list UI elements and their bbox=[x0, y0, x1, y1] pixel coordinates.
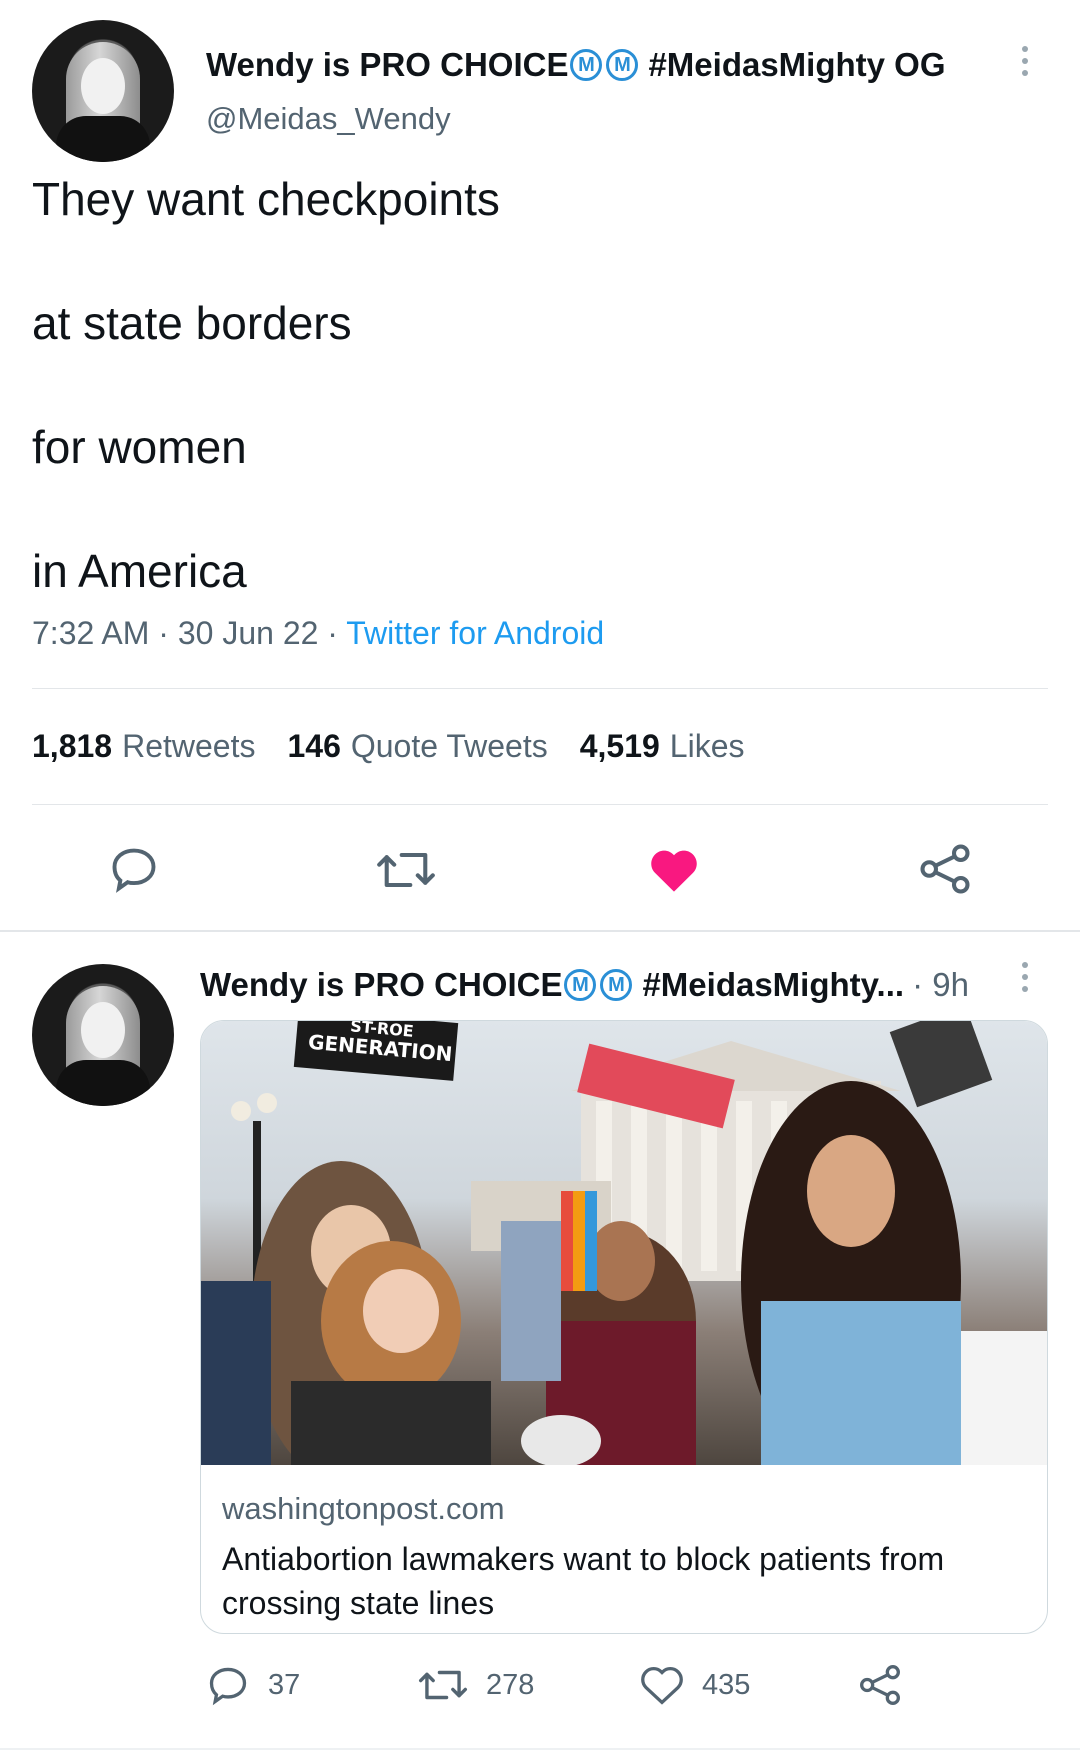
divider bbox=[32, 688, 1048, 689]
card-title: Antiabortion lawmakers want to block pat… bbox=[222, 1541, 945, 1622]
share-button[interactable] bbox=[918, 842, 972, 896]
divider bbox=[0, 1748, 1080, 1750]
meidas-badge-icon: M bbox=[606, 49, 639, 81]
meidas-badge-icon: M bbox=[570, 49, 603, 81]
retweet-icon bbox=[377, 852, 435, 888]
tweet-source[interactable]: Twitter for Android bbox=[346, 615, 604, 651]
divider bbox=[32, 804, 1048, 805]
card-image: ST-ROE GENERATION bbox=[201, 1021, 1047, 1465]
author-name: Wendy is PRO CHOICE bbox=[200, 966, 563, 1003]
author-name-row[interactable]: Wendy is PRO CHOICE M M #MeidasMighty OG bbox=[206, 46, 946, 84]
retweet-button[interactable]: 278 bbox=[418, 1660, 534, 1710]
share-icon bbox=[920, 844, 970, 894]
tweet-date[interactable]: 30 Jun 22 bbox=[178, 615, 319, 651]
like-icon bbox=[641, 1666, 683, 1705]
quote-tweets-stat[interactable]: 146 Quote Tweets bbox=[287, 728, 547, 765]
more-icon[interactable] bbox=[1022, 46, 1028, 76]
main-tweet: Wendy is PRO CHOICE M M #MeidasMighty OG… bbox=[0, 0, 1080, 930]
card-text: washingtonpost.com Antiabortion lawmaker… bbox=[222, 1491, 1032, 1625]
reply-button[interactable]: 37 bbox=[206, 1660, 300, 1710]
tweet-text-line: at state borders bbox=[32, 297, 352, 349]
tweet-time[interactable]: 7:32 AM bbox=[32, 615, 149, 651]
card-domain: washingtonpost.com bbox=[222, 1491, 505, 1526]
retweet-button[interactable] bbox=[376, 848, 436, 892]
tweet-text-line: for women bbox=[32, 421, 247, 473]
like-icon bbox=[651, 850, 697, 892]
avatar[interactable] bbox=[32, 20, 174, 162]
avatar[interactable] bbox=[32, 964, 174, 1106]
tweet-stats: 1,818 Retweets 146 Quote Tweets 4,519 Likes bbox=[32, 728, 745, 765]
like-count: 435 bbox=[702, 1668, 751, 1701]
likes-stat[interactable]: 4,519 Likes bbox=[580, 728, 745, 765]
more-icon[interactable] bbox=[1022, 962, 1028, 992]
tweet-text-line: They want checkpoints bbox=[32, 173, 500, 225]
retweet-icon bbox=[418, 1670, 468, 1700]
section-divider bbox=[0, 930, 1080, 932]
retweets-stat[interactable]: 1,818 Retweets bbox=[32, 728, 255, 765]
author-name-row[interactable]: Wendy is PRO CHOICE M M #MeidasMighty...… bbox=[200, 966, 969, 1004]
retweet-count: 278 bbox=[486, 1668, 535, 1701]
reply-button[interactable] bbox=[108, 845, 160, 893]
tweet-text-line: in America bbox=[32, 545, 247, 597]
like-button[interactable]: 435 bbox=[640, 1660, 750, 1710]
reply-icon bbox=[209, 1667, 247, 1706]
author-handle[interactable]: @Meidas_Wendy bbox=[206, 101, 451, 137]
meidas-badge-icon: M bbox=[564, 969, 597, 1001]
share-button[interactable] bbox=[858, 1660, 902, 1710]
meidas-badge-icon: M bbox=[600, 969, 633, 1001]
share-icon bbox=[860, 1665, 900, 1705]
tweet-time[interactable]: · 9h bbox=[912, 966, 969, 1004]
reply-count: 37 bbox=[268, 1668, 301, 1701]
author-name: Wendy is PRO CHOICE bbox=[206, 46, 569, 83]
tweet-meta: 7:32 AM · 30 Jun 22 · Twitter for Androi… bbox=[32, 615, 605, 651]
author-name-suffix: #MeidasMighty... bbox=[642, 966, 905, 1003]
like-button[interactable] bbox=[648, 846, 700, 894]
link-card[interactable]: ST-ROE GENERATION washingtonpost.com Ant… bbox=[200, 1020, 1048, 1634]
author-name-suffix: #MeidasMighty OG bbox=[648, 46, 946, 83]
reply-icon bbox=[112, 848, 156, 893]
